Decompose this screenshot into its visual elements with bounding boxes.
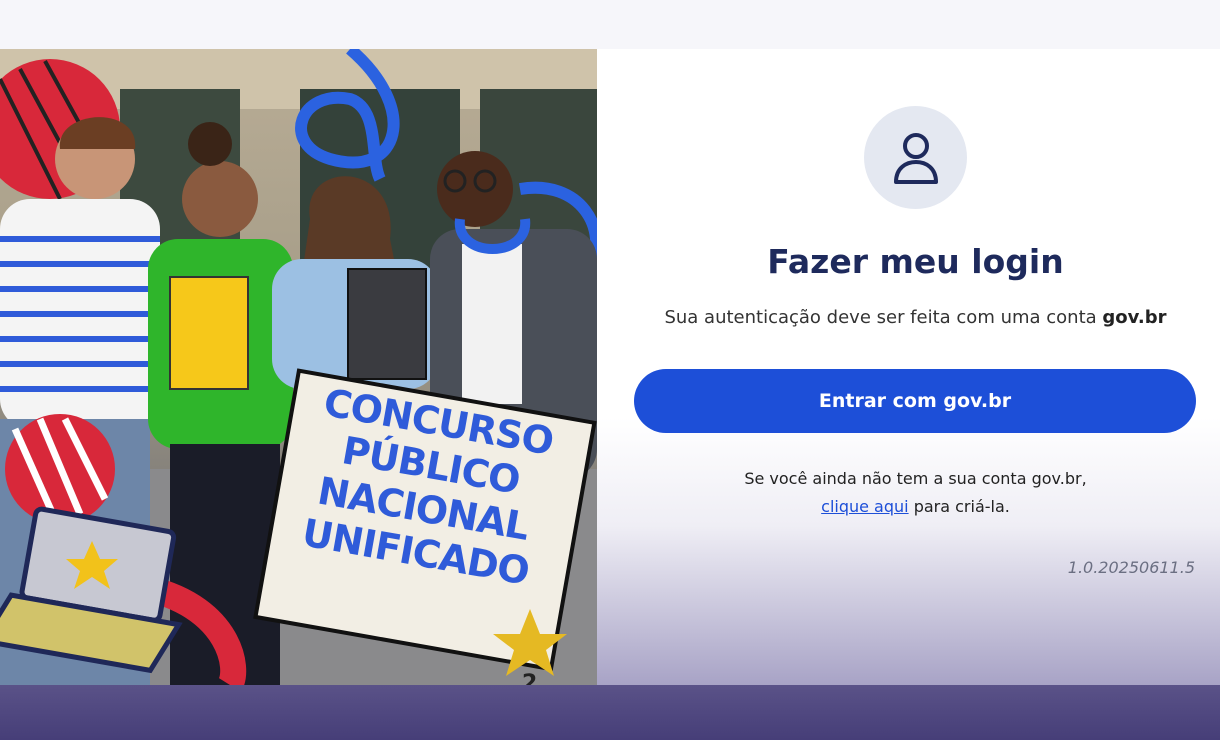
login-card: CONCURSO PÚBLICO NACIONAL UNIFICADO 2 Fa…	[0, 49, 1220, 685]
hero-image: CONCURSO PÚBLICO NACIONAL UNIFICADO 2	[0, 49, 597, 685]
button-brand: gov.br	[943, 390, 1012, 412]
login-title: Fazer meu login	[767, 242, 1064, 281]
user-icon	[893, 132, 938, 184]
signup-note-suffix: para criá-la.	[908, 497, 1010, 516]
signup-note: Se você ainda não tem a sua conta gov.br…	[597, 465, 1220, 521]
version-label: 1.0.20250611.5	[1067, 558, 1195, 577]
avatar	[864, 106, 967, 209]
login-panel: Fazer meu login Sua autenticação deve se…	[597, 49, 1220, 685]
signup-note-line1: Se você ainda não tem a sua conta gov.br…	[744, 469, 1087, 488]
login-govbr-button[interactable]: Entrar com gov.br	[634, 369, 1196, 433]
button-label: Entrar com	[818, 390, 937, 412]
hero-badge: 2	[522, 671, 538, 685]
bottom-band	[0, 685, 1220, 740]
login-subtitle: Sua autenticação deve ser feita com uma …	[664, 307, 1167, 328]
signup-link[interactable]: clique aqui	[821, 497, 908, 516]
